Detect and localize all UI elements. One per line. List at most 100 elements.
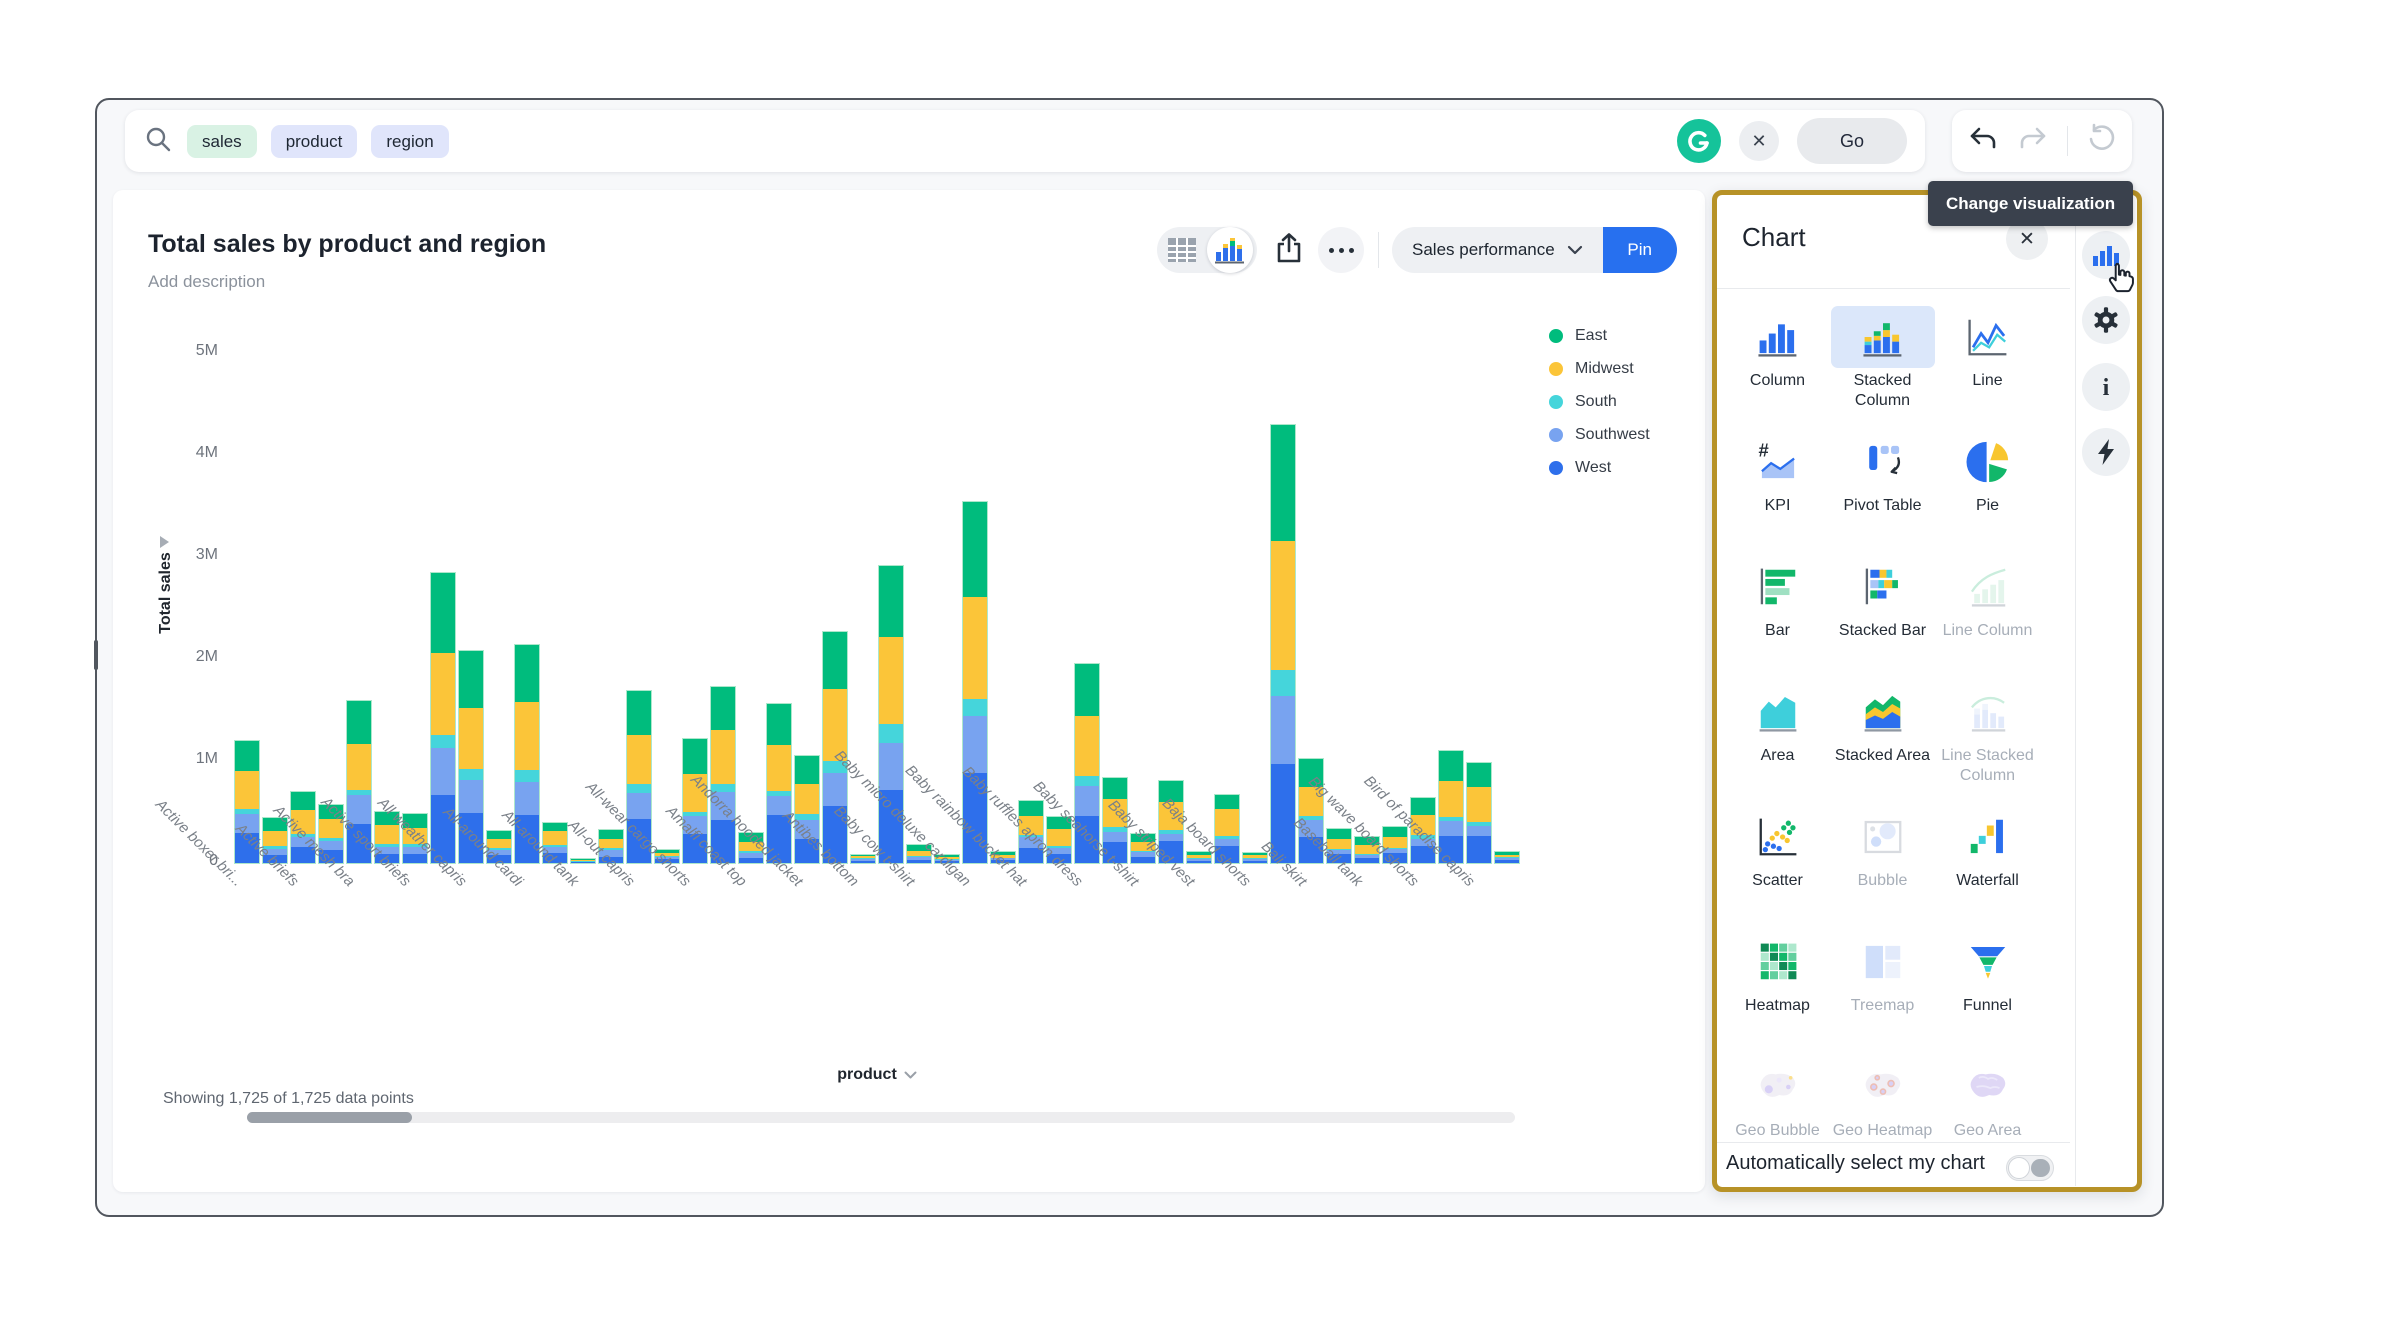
pin-button[interactable]: Pin: [1603, 227, 1677, 273]
chart-type-area[interactable]: Area: [1725, 681, 1830, 766]
bar-segment-midwest[interactable]: [1467, 787, 1491, 823]
search-token-sales[interactable]: sales: [187, 125, 257, 158]
bar-segment-east[interactable]: [431, 573, 455, 653]
bar-segment-west[interactable]: [907, 860, 931, 863]
divider: [1717, 1142, 2070, 1143]
dataset-dropdown[interactable]: Sales performance: [1392, 227, 1603, 273]
undo-icon[interactable]: [1966, 122, 2000, 161]
go-button[interactable]: Go: [1797, 118, 1907, 164]
bar-segment-southwest[interactable]: [1467, 826, 1491, 836]
info-icon[interactable]: i: [2082, 363, 2130, 411]
chart-type-label: Column: [1750, 371, 1805, 391]
share-icon: [1274, 232, 1304, 269]
chart-type-waterfall[interactable]: Waterfall: [1935, 806, 2040, 891]
search-token-product[interactable]: product: [271, 125, 358, 158]
window-resize-handle[interactable]: [94, 640, 98, 670]
add-description[interactable]: Add description: [148, 272, 265, 292]
pivot-table-icon: [1831, 431, 1935, 493]
bar-segment-east[interactable]: [1271, 425, 1295, 541]
chart-type-pie[interactable]: Pie: [1935, 431, 2040, 516]
search-bar[interactable]: sales product region ✕ Go: [125, 110, 1925, 172]
column-item-46[interactable]: [1494, 851, 1520, 864]
bar-segment-southwest[interactable]: [1439, 821, 1463, 835]
legend-label: Midwest: [1575, 360, 1634, 378]
grammarly-icon[interactable]: [1677, 119, 1721, 163]
chart-type-label: Stacked Column: [1830, 371, 1935, 411]
bar-segment-west[interactable]: [1495, 860, 1519, 863]
chart-type-line[interactable]: Line: [1935, 306, 2040, 391]
bar-segment-west[interactable]: [1131, 857, 1155, 863]
bar-segment-east[interactable]: [1439, 751, 1463, 781]
bar-segment-east[interactable]: [879, 566, 903, 637]
chart-type-label: Stacked Bar: [1839, 621, 1926, 641]
chart-type-line-column: Line Column: [1935, 556, 2040, 641]
bar-segment-east[interactable]: [1383, 827, 1407, 837]
chart-type-label: Waterfall: [1956, 871, 2019, 891]
legend-item-west[interactable]: West: [1549, 458, 1650, 478]
chart-type-stacked-bar[interactable]: Stacked Bar: [1830, 556, 1935, 641]
chart-type-heatmap[interactable]: Heatmap: [1725, 931, 1830, 1016]
horizontal-scrollbar[interactable]: [247, 1112, 1515, 1123]
bar-segment-southwest[interactable]: [1103, 832, 1127, 841]
bar-segment-midwest[interactable]: [1271, 541, 1295, 670]
legend-item-midwest[interactable]: Midwest: [1549, 359, 1650, 379]
divider: [2075, 196, 2076, 1186]
chart-type-bubble: Bubble: [1830, 806, 1935, 891]
bar-segment-southwest[interactable]: [1159, 834, 1183, 841]
bar-segment-west[interactable]: [1243, 861, 1267, 863]
legend-dot: [1549, 395, 1563, 409]
geo-bubble-chart-icon: [1726, 1056, 1830, 1118]
chart-type-stacked-area[interactable]: Stacked Area: [1830, 681, 1935, 766]
chart-type-column[interactable]: Column: [1725, 306, 1830, 391]
bar-segment-east[interactable]: [963, 502, 987, 597]
scatter-chart-icon: [1726, 806, 1830, 868]
more-options-button[interactable]: [1318, 227, 1364, 273]
bar-segment-east[interactable]: [599, 830, 623, 839]
chart-type-kpi[interactable]: #KPI: [1725, 431, 1830, 516]
auto-select-toggle[interactable]: [2006, 1155, 2054, 1181]
chart-legend: East Midwest South Southwest West: [1549, 326, 1650, 478]
bar-segment-east[interactable]: [1467, 763, 1491, 786]
gear-icon[interactable]: [2082, 296, 2130, 344]
scrollbar-thumb[interactable]: [247, 1112, 412, 1123]
bar-segment-west[interactable]: [571, 862, 595, 863]
share-button[interactable]: [1266, 227, 1312, 273]
bar-segment-west[interactable]: [739, 858, 763, 863]
answer-card: [113, 190, 1705, 1192]
chart-type-scatter[interactable]: Scatter: [1725, 806, 1830, 891]
table-view-icon[interactable]: [1157, 237, 1207, 263]
legend-label: East: [1575, 327, 1607, 345]
lightning-icon[interactable]: [2082, 428, 2130, 476]
chart-type-bar[interactable]: Bar: [1725, 556, 1830, 641]
legend-item-south[interactable]: South: [1549, 392, 1650, 412]
visualization-title[interactable]: Total sales by product and region: [148, 230, 546, 259]
auto-select-label: Automatically select my chart: [1726, 1152, 1985, 1175]
x-axis-title[interactable]: product: [817, 1066, 937, 1084]
chart-type-label: Stacked Area: [1835, 746, 1930, 766]
bar-segment-west[interactable]: [851, 861, 875, 863]
column-All-around tank[interactable]: [570, 858, 596, 864]
bar-segment-midwest[interactable]: [1439, 781, 1463, 818]
column-item-20[interactable]: [766, 703, 792, 864]
legend-item-east[interactable]: East: [1549, 326, 1650, 346]
y-tick-2M: 2M: [158, 648, 218, 666]
chart-type-pivot-table[interactable]: Pivot Table: [1830, 431, 1935, 516]
chart-type-label: KPI: [1765, 496, 1791, 516]
change-visualization-tooltip: Change visualization: [1928, 181, 2133, 226]
column-Bird of paradise capris[interactable]: [1466, 762, 1492, 864]
redo-icon: [2016, 122, 2050, 161]
bar-segment-east[interactable]: [1411, 798, 1435, 815]
bar-segment-west[interactable]: [1467, 836, 1491, 863]
search-token-region[interactable]: region: [371, 125, 448, 158]
chart-type-label: Line: [1972, 371, 2002, 391]
bar-segment-east[interactable]: [1327, 829, 1351, 839]
bar-segment-east[interactable]: [487, 831, 511, 839]
clear-search-button[interactable]: ✕: [1739, 121, 1779, 161]
bar-segment-west[interactable]: [1355, 858, 1379, 863]
chart-view-icon[interactable]: [1207, 227, 1253, 273]
legend-item-southwest[interactable]: Southwest: [1549, 425, 1650, 445]
bar-segment-west[interactable]: [1187, 861, 1211, 863]
chart-type-funnel[interactable]: Funnel: [1935, 931, 2040, 1016]
chart-type-stacked-column[interactable]: Stacked Column: [1830, 306, 1935, 411]
heatmap-chart-icon: [1726, 931, 1830, 993]
